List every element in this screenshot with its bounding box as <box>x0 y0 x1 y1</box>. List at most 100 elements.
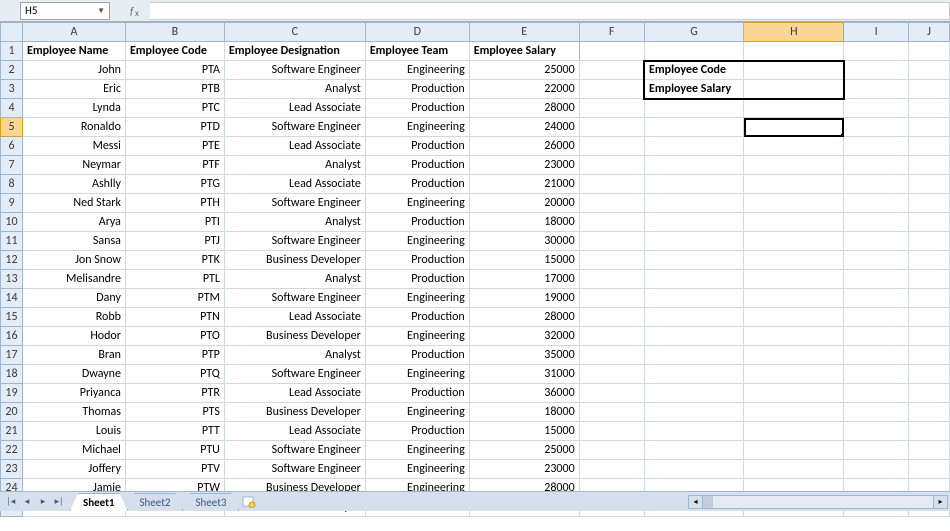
cell-G9[interactable] <box>644 194 744 213</box>
cell-G1[interactable] <box>644 42 744 61</box>
cell-H19[interactable] <box>744 384 844 403</box>
cell-J3[interactable] <box>909 80 950 99</box>
cell-D9[interactable]: Engineering <box>365 194 469 213</box>
cell-J7[interactable] <box>909 156 950 175</box>
cell-F15[interactable] <box>579 308 644 327</box>
cell-C5[interactable]: Software Engineer <box>224 118 365 137</box>
cell-H20[interactable] <box>744 403 844 422</box>
cell-F5[interactable] <box>579 118 644 137</box>
cell-G8[interactable] <box>644 175 744 194</box>
cell-F22[interactable] <box>579 441 644 460</box>
cell-J21[interactable] <box>909 422 950 441</box>
cell-I9[interactable] <box>844 194 909 213</box>
cell-B10[interactable]: PTI <box>125 213 224 232</box>
cell-H11[interactable] <box>744 232 844 251</box>
cell-C11[interactable]: Software Engineer <box>224 232 365 251</box>
cell-B4[interactable]: PTC <box>125 99 224 118</box>
cell-H3[interactable] <box>744 80 844 99</box>
row-header[interactable]: 19 <box>1 384 23 403</box>
cell-G19[interactable] <box>644 384 744 403</box>
cell-E23[interactable]: 23000 <box>469 460 579 479</box>
col-header-J[interactable]: J <box>909 23 950 42</box>
cell-D10[interactable]: Production <box>365 213 469 232</box>
cell-F7[interactable] <box>579 156 644 175</box>
cell-B13[interactable]: PTL <box>125 270 224 289</box>
cell-C16[interactable]: Business Developer <box>224 327 365 346</box>
cell-E5[interactable]: 24000 <box>469 118 579 137</box>
cell-G2[interactable]: Employee Code <box>644 61 744 80</box>
cell-B12[interactable]: PTK <box>125 251 224 270</box>
cell-J15[interactable] <box>909 308 950 327</box>
cell-D18[interactable]: Engineering <box>365 365 469 384</box>
cell-E14[interactable]: 19000 <box>469 289 579 308</box>
cell-A13[interactable]: Melisandre <box>22 270 125 289</box>
cell-C14[interactable]: Software Engineer <box>224 289 365 308</box>
cell-I11[interactable] <box>844 232 909 251</box>
cell-J8[interactable] <box>909 175 950 194</box>
cell-I22[interactable] <box>844 441 909 460</box>
cell-E20[interactable]: 18000 <box>469 403 579 422</box>
cell-A2[interactable]: John <box>22 61 125 80</box>
cell-A19[interactable]: Priyanca <box>22 384 125 403</box>
cell-E7[interactable]: 23000 <box>469 156 579 175</box>
cell-B15[interactable]: PTN <box>125 308 224 327</box>
cell-C1[interactable]: Employee Designation <box>224 42 365 61</box>
row-header[interactable]: 3 <box>1 80 23 99</box>
cell-C12[interactable]: Business Developer <box>224 251 365 270</box>
cell-A1[interactable]: Employee Name <box>22 42 125 61</box>
cell-I2[interactable] <box>844 61 909 80</box>
row-header[interactable]: 4 <box>1 99 23 118</box>
cell-E15[interactable]: 28000 <box>469 308 579 327</box>
cell-F17[interactable] <box>579 346 644 365</box>
row-header[interactable]: 1 <box>1 42 23 61</box>
cell-G20[interactable] <box>644 403 744 422</box>
cell-B17[interactable]: PTP <box>125 346 224 365</box>
cell-F4[interactable] <box>579 99 644 118</box>
col-header-F[interactable]: F <box>579 23 644 42</box>
cell-A21[interactable]: Louis <box>22 422 125 441</box>
cell-C10[interactable]: Analyst <box>224 213 365 232</box>
cell-E1[interactable]: Employee Salary <box>469 42 579 61</box>
cell-G12[interactable] <box>644 251 744 270</box>
scroll-left-icon[interactable]: ◂ <box>689 496 703 508</box>
cell-D12[interactable]: Production <box>365 251 469 270</box>
scroll-right-icon[interactable]: ▸ <box>933 496 947 508</box>
col-header-B[interactable]: B <box>125 23 224 42</box>
cell-C8[interactable]: Lead Associate <box>224 175 365 194</box>
cell-B9[interactable]: PTH <box>125 194 224 213</box>
cell-C2[interactable]: Software Engineer <box>224 61 365 80</box>
cell-H23[interactable] <box>744 460 844 479</box>
cell-B19[interactable]: PTR <box>125 384 224 403</box>
row-header[interactable]: 2 <box>1 61 23 80</box>
col-header-D[interactable]: D <box>365 23 469 42</box>
cell-C17[interactable]: Analyst <box>224 346 365 365</box>
cell-G15[interactable] <box>644 308 744 327</box>
tab-nav-next-icon[interactable]: ▸ <box>36 495 50 509</box>
fx-icon[interactable]: fx <box>110 4 150 18</box>
cell-H2[interactable] <box>744 61 844 80</box>
row-header[interactable]: 17 <box>1 346 23 365</box>
cell-B6[interactable]: PTE <box>125 137 224 156</box>
cell-C7[interactable]: Analyst <box>224 156 365 175</box>
tab-nav-last-icon[interactable]: ▸| <box>52 495 66 509</box>
cell-D6[interactable]: Production <box>365 137 469 156</box>
cell-I19[interactable] <box>844 384 909 403</box>
select-all-corner[interactable] <box>1 23 23 42</box>
cell-J16[interactable] <box>909 327 950 346</box>
cell-G23[interactable] <box>644 460 744 479</box>
cell-E11[interactable]: 30000 <box>469 232 579 251</box>
cell-E2[interactable]: 25000 <box>469 61 579 80</box>
cell-D3[interactable]: Production <box>365 80 469 99</box>
cell-G4[interactable] <box>644 99 744 118</box>
cell-I1[interactable] <box>844 42 909 61</box>
cell-A9[interactable]: Ned Stark <box>22 194 125 213</box>
row-header[interactable]: 5 <box>1 118 23 137</box>
cell-F14[interactable] <box>579 289 644 308</box>
cell-E22[interactable]: 25000 <box>469 441 579 460</box>
cell-A8[interactable]: Ashlly <box>22 175 125 194</box>
cell-H15[interactable] <box>744 308 844 327</box>
cell-D11[interactable]: Engineering <box>365 232 469 251</box>
cell-I18[interactable] <box>844 365 909 384</box>
cell-C6[interactable]: Lead Associate <box>224 137 365 156</box>
cell-G5[interactable] <box>644 118 744 137</box>
